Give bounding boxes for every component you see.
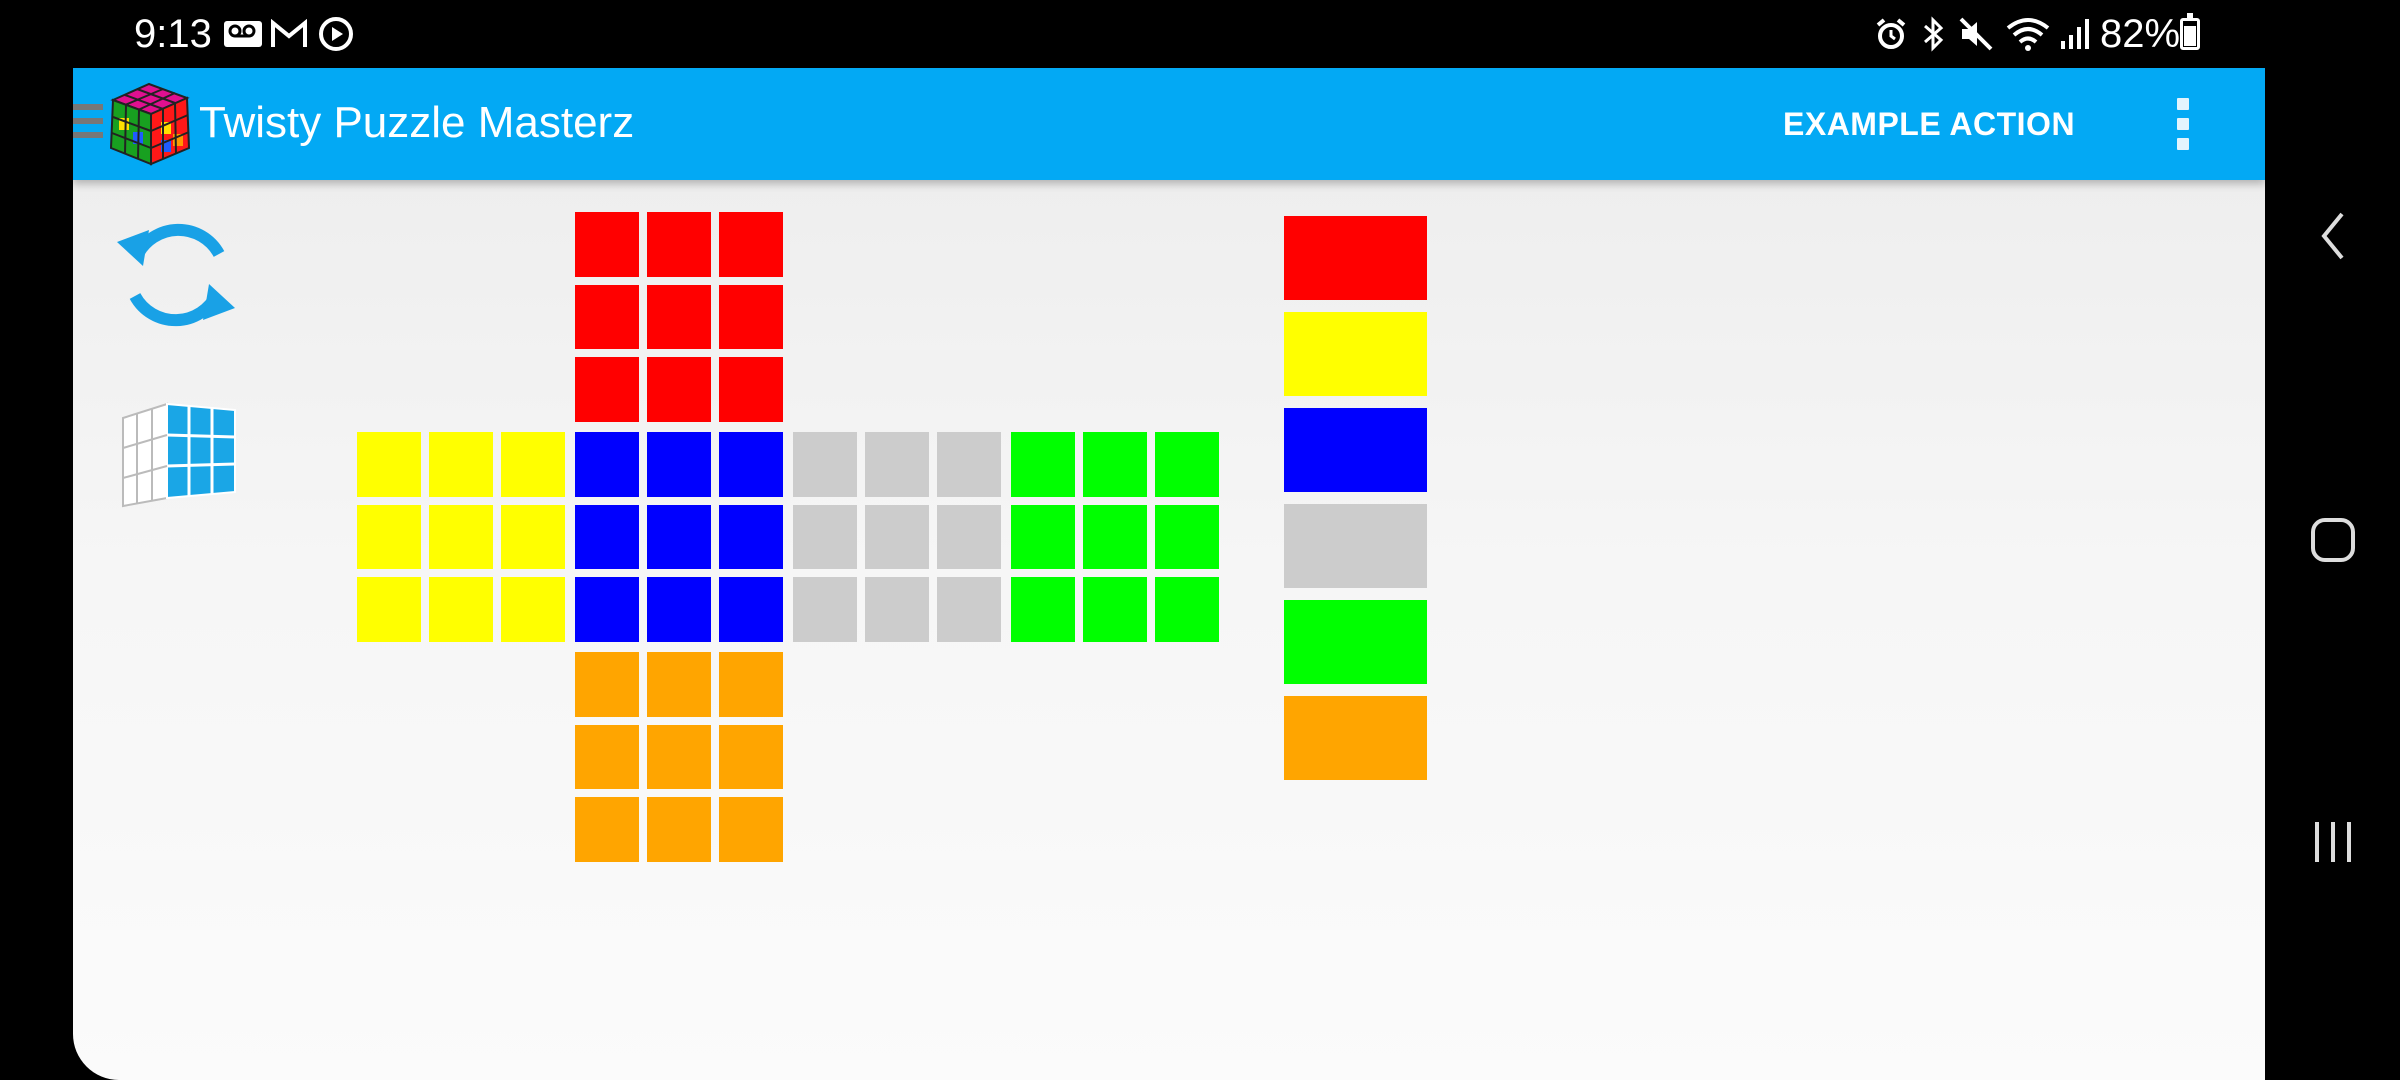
sticker-right-1[interactable] <box>865 432 929 497</box>
more-vert-icon[interactable] <box>2173 98 2193 160</box>
sticker-up-8[interactable] <box>719 357 783 422</box>
color-palette <box>1284 216 1427 792</box>
sticker-up-4[interactable] <box>647 284 711 350</box>
sticker-down-4[interactable] <box>647 724 711 790</box>
sticker-front-7[interactable] <box>647 577 711 642</box>
media-play-icon <box>316 14 356 54</box>
palette-swatch-blue[interactable] <box>1284 408 1427 492</box>
sticker-right-4[interactable] <box>865 504 929 570</box>
wifi-icon <box>2004 14 2052 54</box>
sticker-front-8[interactable] <box>719 577 783 642</box>
cube-face-left <box>357 432 565 642</box>
sticker-back-6[interactable] <box>1011 577 1075 642</box>
sticker-right-3[interactable] <box>793 504 857 570</box>
sticker-back-1[interactable] <box>1083 432 1147 497</box>
sticker-left-1[interactable] <box>429 432 493 497</box>
sticker-right-5[interactable] <box>937 504 1001 570</box>
app-title: Twisty Puzzle Masterz <box>199 98 635 147</box>
sticker-right-7[interactable] <box>865 577 929 642</box>
cube-face-front <box>575 432 783 642</box>
sticker-down-2[interactable] <box>719 652 783 717</box>
sticker-back-2[interactable] <box>1155 432 1219 497</box>
sticker-down-6[interactable] <box>575 797 639 862</box>
hamburger-menu-icon[interactable] <box>73 104 103 146</box>
sticker-up-0[interactable] <box>575 212 639 277</box>
sticker-down-1[interactable] <box>647 652 711 717</box>
status-bar: 9:13 82% <box>0 0 2400 68</box>
sticker-down-5[interactable] <box>719 724 783 790</box>
sticker-front-3[interactable] <box>575 504 639 570</box>
sticker-front-6[interactable] <box>575 577 639 642</box>
bluetooth-icon <box>1916 14 1950 54</box>
example-action-button[interactable]: EXAMPLE ACTION <box>1783 104 2075 144</box>
back-icon[interactable] <box>2265 186 2400 286</box>
sticker-up-1[interactable] <box>647 212 711 277</box>
sticker-down-8[interactable] <box>719 797 783 862</box>
sticker-left-2[interactable] <box>501 432 565 497</box>
sticker-back-8[interactable] <box>1155 577 1219 642</box>
sticker-down-0[interactable] <box>575 652 639 717</box>
palette-swatch-gray[interactable] <box>1284 504 1427 588</box>
sticker-right-6[interactable] <box>793 577 857 642</box>
cube-face-back <box>1011 432 1219 642</box>
mute-icon <box>1956 14 1996 54</box>
recents-icon[interactable] <box>2265 792 2400 892</box>
cube-3d-view-icon[interactable] <box>117 400 245 510</box>
sticker-right-8[interactable] <box>937 577 1001 642</box>
app-window: Twisty Puzzle Masterz EXAMPLE ACTION <box>73 68 2265 1080</box>
sticker-front-5[interactable] <box>719 504 783 570</box>
sticker-left-3[interactable] <box>357 504 421 570</box>
app-bar: Twisty Puzzle Masterz EXAMPLE ACTION <box>73 68 2265 180</box>
sticker-up-2[interactable] <box>719 212 783 277</box>
sticker-up-5[interactable] <box>719 284 783 350</box>
palette-swatch-green[interactable] <box>1284 600 1427 684</box>
sticker-back-5[interactable] <box>1155 504 1219 570</box>
sticker-down-3[interactable] <box>575 724 639 790</box>
signal-icon <box>2058 14 2092 54</box>
sticker-front-1[interactable] <box>647 432 711 497</box>
sticker-right-0[interactable] <box>793 432 857 497</box>
cube-face-up <box>575 212 783 422</box>
sticker-back-0[interactable] <box>1011 432 1075 497</box>
sticker-up-7[interactable] <box>647 357 711 422</box>
sticker-left-8[interactable] <box>501 577 565 642</box>
palette-swatch-orange[interactable] <box>1284 696 1427 780</box>
sticker-down-7[interactable] <box>647 797 711 862</box>
sticker-back-7[interactable] <box>1083 577 1147 642</box>
sticker-left-7[interactable] <box>429 577 493 642</box>
sticker-back-4[interactable] <box>1083 504 1147 570</box>
alarm-icon <box>1872 14 1910 54</box>
home-icon[interactable] <box>2265 490 2400 590</box>
status-time: 9:13 <box>134 12 212 56</box>
app-logo <box>109 82 191 166</box>
sticker-front-0[interactable] <box>575 432 639 497</box>
cube-face-right <box>793 432 1001 642</box>
reset-icon[interactable] <box>109 208 243 342</box>
sticker-up-3[interactable] <box>575 284 639 350</box>
sticker-left-0[interactable] <box>357 432 421 497</box>
gmail-icon <box>270 14 308 54</box>
sticker-left-6[interactable] <box>357 577 421 642</box>
sticker-right-2[interactable] <box>937 432 1001 497</box>
sticker-up-6[interactable] <box>575 357 639 422</box>
sticker-front-2[interactable] <box>719 432 783 497</box>
palette-swatch-yellow[interactable] <box>1284 312 1427 396</box>
cube-face-down <box>575 652 783 862</box>
sticker-front-4[interactable] <box>647 504 711 570</box>
voicemail-icon <box>222 14 264 54</box>
sticker-left-5[interactable] <box>501 504 565 570</box>
battery-percent: 82% <box>2100 12 2181 56</box>
battery-icon <box>2180 13 2200 50</box>
sticker-left-4[interactable] <box>429 504 493 570</box>
palette-swatch-red[interactable] <box>1284 216 1427 300</box>
sticker-back-3[interactable] <box>1011 504 1075 570</box>
nav-bar <box>2265 0 2400 1080</box>
